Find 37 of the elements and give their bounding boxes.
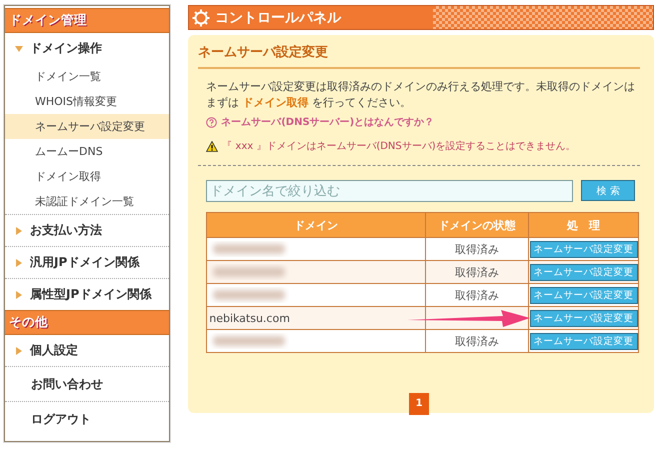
menu-label: お支払い方法 — [30, 222, 102, 239]
submenu-item[interactable]: WHOIS情報変更 — [5, 89, 170, 114]
page-heading: ネームサーバ設定変更 — [198, 43, 640, 69]
menu-item[interactable]: 個人設定 — [5, 335, 170, 366]
title-text: コントロールパネル — [215, 8, 342, 26]
page-link[interactable]: 1 — [409, 393, 430, 415]
search-field[interactable]: ドメイン名で絞り込む — [206, 180, 574, 202]
menu-item[interactable]: ドメイン操作 — [5, 33, 170, 64]
gear-icon — [192, 8, 210, 26]
menu-label: 汎用JPドメイン関係 — [30, 254, 140, 271]
menu-label: 属性型JPドメイン関係 — [30, 286, 152, 303]
submenu-item[interactable]: ムームーDNS — [5, 139, 170, 164]
submenu-item[interactable]: ネームサーバ設定変更 — [5, 114, 170, 139]
section-header: その他 — [5, 310, 170, 335]
status-text: 取得済み — [455, 266, 500, 278]
section-header: ドメイン管理 — [5, 8, 170, 33]
submenu-item[interactable]: ドメイン取得 — [5, 164, 170, 189]
column-header: 処 理 — [528, 212, 639, 238]
menu-item[interactable]: 属性型JPドメイン関係 — [5, 279, 170, 310]
menu-label: ドメイン操作 — [30, 40, 102, 57]
status-text: 取得済み — [455, 288, 500, 302]
menu-item[interactable]: お問い合わせ — [5, 367, 170, 401]
warning-text: 『 xxx 』ドメインはネームサーバ(DNSサーバ)を設定することはできません。 — [222, 140, 576, 153]
submenu-item[interactable]: 未認証ドメイン一覧 — [5, 189, 170, 214]
menu-item[interactable]: お支払い方法 — [5, 215, 170, 246]
status-text: 取得済み — [455, 242, 500, 256]
domain-name: nebikatsu.com — [209, 312, 290, 324]
submenu-item[interactable]: ドメイン一覧 — [5, 64, 170, 89]
warning-icon — [206, 140, 218, 152]
menu-item[interactable]: 汎用JPドメイン関係 — [5, 247, 170, 278]
column-header: ドメイン — [206, 212, 426, 238]
menu-item[interactable]: ログアウト — [5, 402, 170, 436]
column-header: ドメインの状態 — [426, 212, 529, 238]
menu-label: 個人設定 — [30, 342, 78, 359]
intro-text: ネームサーバ設定変更は取得済みのドメインのみ行える処理です。未取得のドメインはまずは ドメイン取得 を行ってください。 — [206, 79, 636, 111]
status-text: 取得済み — [455, 334, 500, 348]
help-icon — [206, 116, 218, 128]
